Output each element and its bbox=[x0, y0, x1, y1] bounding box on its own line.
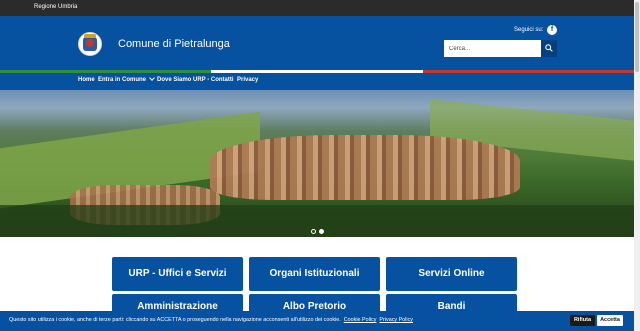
follow-us-label: Seguici su: bbox=[514, 27, 544, 33]
scrollbar-thumb[interactable] bbox=[635, 2, 639, 72]
nav-privacy[interactable]: Privacy bbox=[237, 77, 258, 83]
site-title[interactable]: Comune di Pietralunga bbox=[118, 38, 230, 50]
chevron-down-icon bbox=[149, 75, 155, 81]
nav-entra-in-comune[interactable]: Entra in Comune bbox=[98, 75, 155, 83]
nav-entra-in-comune-label: Entra in Comune bbox=[98, 77, 147, 83]
search-icon bbox=[545, 44, 553, 52]
search-button[interactable] bbox=[541, 40, 557, 57]
cookie-text: Questo sito utilizza i cookie, anche di … bbox=[9, 317, 341, 323]
search-input[interactable] bbox=[444, 40, 541, 57]
carousel-dot-2[interactable] bbox=[319, 229, 324, 234]
hero-carousel-image bbox=[0, 90, 634, 237]
nav-home[interactable]: Home bbox=[78, 77, 95, 83]
page-scrollbar[interactable] bbox=[634, 0, 640, 331]
nav-urp-contatti[interactable]: URP - Contatti bbox=[193, 77, 234, 83]
tile-servizi-online[interactable]: Servizi Online bbox=[386, 257, 517, 291]
municipality-crest-logo[interactable] bbox=[78, 32, 102, 56]
main-navigation: Home Entra in Comune Dove Siamo URP - Co… bbox=[0, 73, 634, 90]
cookie-message: Questo sito utilizza i cookie, anche di … bbox=[9, 317, 413, 323]
carousel-dot-1[interactable] bbox=[311, 229, 316, 234]
region-umbria-link[interactable]: Regione Umbria bbox=[34, 4, 77, 10]
refuse-cookies-button[interactable]: Rifiuta bbox=[570, 315, 595, 326]
site-header: Comune di Pietralunga Seguici su: f bbox=[0, 16, 634, 70]
tile-organi-istituzionali[interactable]: Organi Istituzionali bbox=[249, 257, 380, 291]
cookie-policy-link[interactable]: Cookie Policy bbox=[344, 317, 377, 323]
tile-urp-uffici-servizi[interactable]: URP - Uffici e Servizi bbox=[112, 257, 243, 291]
facebook-icon[interactable]: f bbox=[547, 25, 557, 35]
top-bar: Regione Umbria bbox=[0, 0, 634, 16]
accept-cookies-button[interactable]: Accetta bbox=[597, 315, 623, 326]
nav-dove-siamo[interactable]: Dove Siamo bbox=[157, 77, 191, 83]
cookie-banner: Questo sito utilizza i cookie, anche di … bbox=[0, 311, 634, 331]
privacy-policy-link[interactable]: Privacy Policy bbox=[379, 317, 413, 323]
